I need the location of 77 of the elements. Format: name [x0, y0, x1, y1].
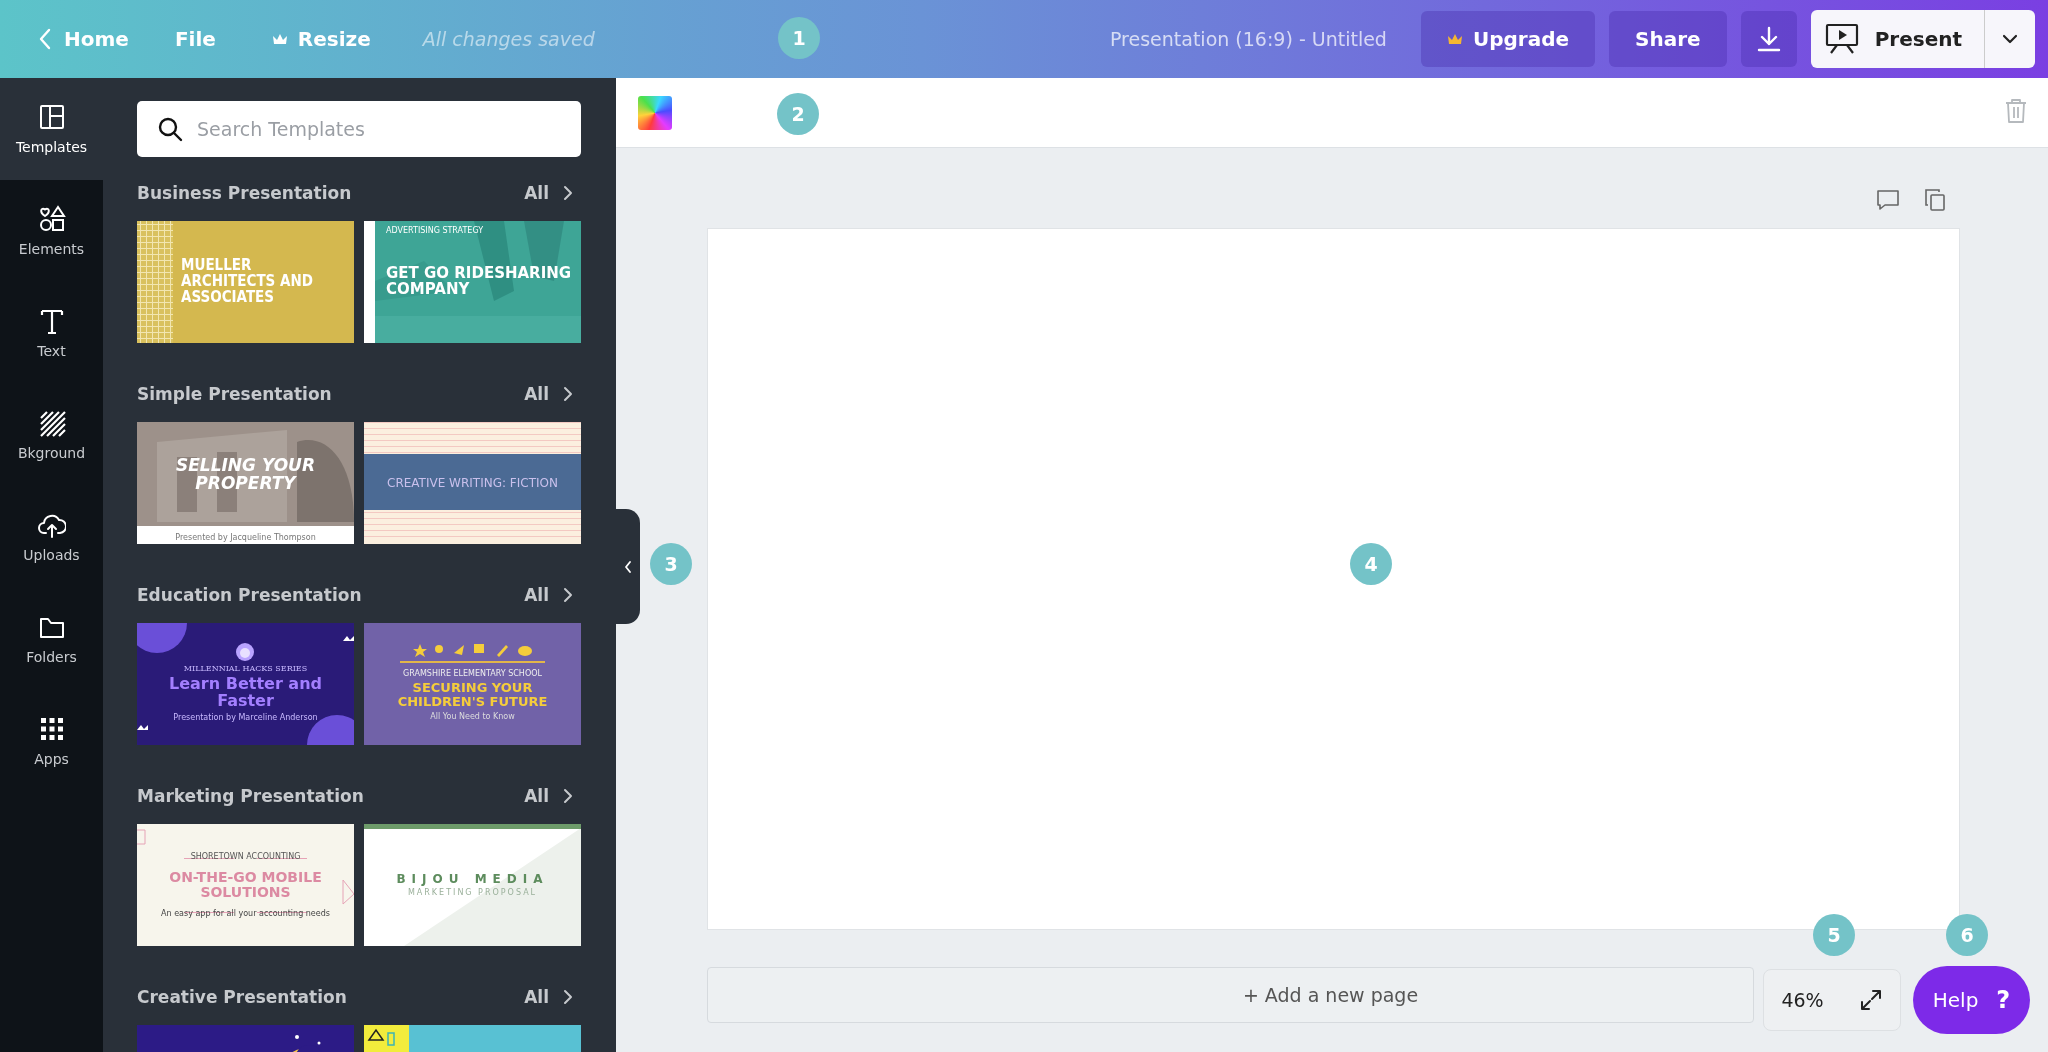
- copy-icon: [1924, 188, 1946, 212]
- tab-label: Uploads: [23, 547, 80, 563]
- template-footer: Presented by Jacqueline Thompson: [175, 533, 316, 542]
- duplicate-page-button[interactable]: [1922, 186, 1948, 214]
- chevron-right-icon: [563, 386, 573, 402]
- see-all-link[interactable]: All: [524, 585, 581, 605]
- sidebar-tab[interactable]: Bkground: [0, 384, 103, 486]
- template-subtitle: All You Need to Know: [430, 711, 515, 721]
- document-title: Presentation (16:9) - Untitled: [1110, 28, 1387, 50]
- tab-label: Bkground: [17, 445, 86, 461]
- presentation-screen-icon: [1824, 23, 1859, 55]
- add-page-button[interactable]: + Add a new page: [707, 967, 1754, 1023]
- section-title: Simple Presentation: [137, 384, 332, 404]
- template-title: SELLING YOUR PROPERTY: [175, 457, 316, 493]
- expand-arrows-icon: [1858, 988, 1883, 1012]
- template-kicker: MILLENNIAL HACKS SERIES: [183, 664, 308, 674]
- sidebar-tab[interactable]: Uploads: [0, 486, 103, 588]
- tab-label: Apps: [34, 751, 69, 767]
- tab-label: Elements: [18, 241, 85, 257]
- template-kicker: ADVERTISING STRATEGY: [386, 226, 484, 235]
- chevron-right-icon: [563, 185, 573, 201]
- color-picker-button[interactable]: [638, 95, 672, 130]
- section-title: Creative Presentation: [137, 987, 347, 1007]
- see-all-link[interactable]: All: [524, 987, 581, 1007]
- trash-icon: [2004, 98, 2028, 124]
- chevron-left-icon: [624, 560, 632, 573]
- see-all-link[interactable]: All: [524, 183, 581, 203]
- template-subtitle: MARKETING PROPOSAL: [407, 888, 538, 898]
- tab-label: Text: [37, 343, 66, 359]
- fullscreen-button[interactable]: [1858, 988, 1883, 1012]
- template-thumbnail[interactable]: BIJOU MEDIA MARKETING PROPOSAL: [364, 824, 581, 946]
- template-title: BIJOU MEDIA: [396, 872, 549, 886]
- section-title: Marketing Presentation: [137, 786, 364, 806]
- template-title: MUELLER ARCHITECTS AND ASSOCIATES: [181, 258, 314, 306]
- template-thumbnail[interactable]: SELLING YOUR PROPERTY Presented by Jacqueline Thompson: [137, 422, 354, 544]
- crown-icon: [271, 32, 288, 46]
- template-title: GET GO RIDESHARING COMPANY: [386, 266, 573, 298]
- tab-label: Templates: [15, 139, 88, 155]
- template-title: CREATIVE WRITING: FICTION: [387, 476, 558, 490]
- search-field[interactable]: Search Templates: [137, 101, 581, 157]
- sidebar-tab[interactable]: Apps: [0, 690, 103, 792]
- chevron-right-icon: [563, 788, 573, 804]
- shapes-icon: [37, 205, 66, 233]
- template-kicker: SHORETOWN ACCOUNTING: [190, 852, 301, 862]
- crown-icon: [1446, 32, 1463, 46]
- template-title: Learn Better and Faster: [168, 676, 323, 710]
- speech-bubble-icon: [1876, 189, 1900, 211]
- see-all-link[interactable]: All: [524, 384, 581, 404]
- download-button[interactable]: [1740, 11, 1797, 67]
- chevron-right-icon: [563, 989, 573, 1005]
- template-title: SECURING YOUR CHILDREN'S FUTURE: [396, 681, 549, 709]
- see-all-link[interactable]: All: [524, 786, 581, 806]
- zoom-level[interactable]: 46%: [1781, 989, 1824, 1011]
- template-subtitle: Presentation by Marceline Anderson: [173, 712, 318, 722]
- chevron-right-icon: [563, 587, 573, 603]
- save-status: All changes saved: [422, 28, 595, 50]
- template-title: ON-THE-GO MOBILE SOLUTIONS: [168, 870, 323, 900]
- section-title: Business Presentation: [137, 183, 352, 203]
- template-thumbnail[interactable]: MILLENNIAL HACKS SERIES Learn Better and Faster Presentation by Marceline Anderson: [137, 623, 354, 745]
- template-kicker: GRAMSHIRE ELEMENTARY SCHOOL: [403, 669, 542, 679]
- section-title: Education Presentation: [137, 585, 362, 605]
- tab-label: Folders: [26, 649, 77, 665]
- template-thumbnail[interactable]: SHORETOWN ACCOUNTING ON-THE-GO MOBILE SOLUTIONS An easy app for all your accounting needs: [137, 824, 354, 946]
- comment-button[interactable]: [1874, 187, 1902, 213]
- layout-icon: [37, 103, 66, 131]
- back-chevron-icon: [38, 28, 52, 50]
- share-button[interactable]: Share: [1609, 11, 1727, 67]
- sidebar-tab[interactable]: Folders: [0, 588, 103, 690]
- search-icon: [157, 116, 183, 142]
- template-thumbnail[interactable]: GRAMSHIRE ELEMENTARY SCHOOL SECURING YOUR CHILDREN'S FUTURE All You Need to Know: [364, 623, 581, 745]
- sidebar-tab[interactable]: Text: [0, 282, 103, 384]
- upgrade-button[interactable]: Upgrade: [1420, 11, 1596, 67]
- collapse-panel-button[interactable]: [616, 509, 640, 624]
- sidebar-tab[interactable]: Elements: [0, 180, 103, 282]
- sidebar-tab[interactable]: Templates: [0, 78, 103, 180]
- chevron-down-icon: [2002, 34, 2018, 44]
- template-subtitle: An easy app for all your accounting needs: [161, 908, 330, 918]
